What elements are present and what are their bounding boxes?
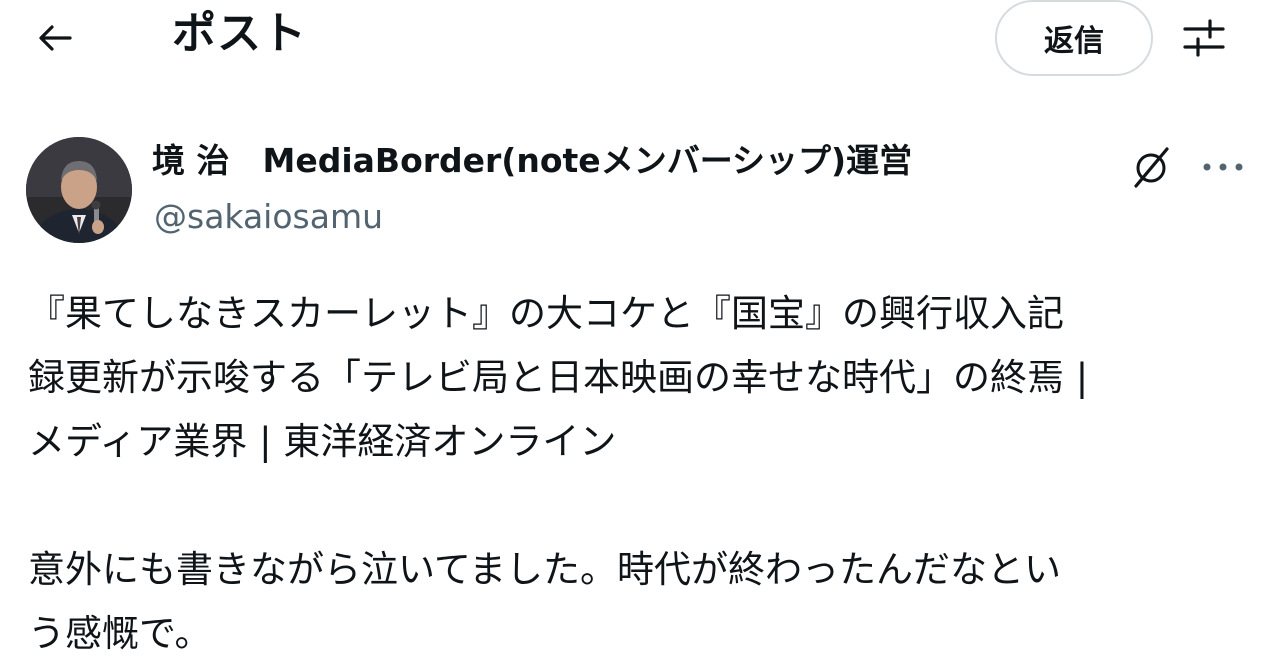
sliders-icon (1183, 19, 1225, 57)
back-button[interactable] (28, 16, 80, 60)
post-text-line: 意外にも書きながら泣いてました。時代が終わったんだなとい (28, 548, 1062, 591)
author-handle[interactable]: @sakaiosamu (154, 192, 383, 242)
author-avatar[interactable] (26, 137, 132, 243)
post-body: 『果てしなきスカーレット』の大コケと『国宝』の興行収入記 録更新が示唆する「テレ… (28, 282, 1260, 666)
grok-icon (1134, 147, 1169, 188)
post-text-line: メディア業界 | 東洋経済オンライン (28, 420, 617, 463)
reply-button[interactable]: 返信 (995, 0, 1153, 76)
post-text-line: 録更新が示唆する「テレビ局と日本映画の幸せな時代」の終焉 | (28, 356, 1089, 399)
post-text-line: 『果てしなきスカーレット』の大コケと『国宝』の興行収入記 (28, 292, 1064, 335)
avatar-photo (26, 137, 132, 243)
more-options-button[interactable] (1196, 140, 1250, 194)
post-text-line: う感慨で。 (28, 612, 212, 655)
page-title: ポスト (172, 8, 307, 59)
arrow-left-icon (39, 25, 72, 51)
author-name[interactable]: 境 治 MediaBorder(noteメンバーシップ)運営 (152, 136, 912, 186)
filter-button[interactable] (1178, 14, 1230, 62)
grok-button[interactable] (1124, 140, 1178, 194)
ellipsis-icon (1203, 163, 1243, 171)
top-bar: ポスト 返信 (0, 0, 1280, 80)
